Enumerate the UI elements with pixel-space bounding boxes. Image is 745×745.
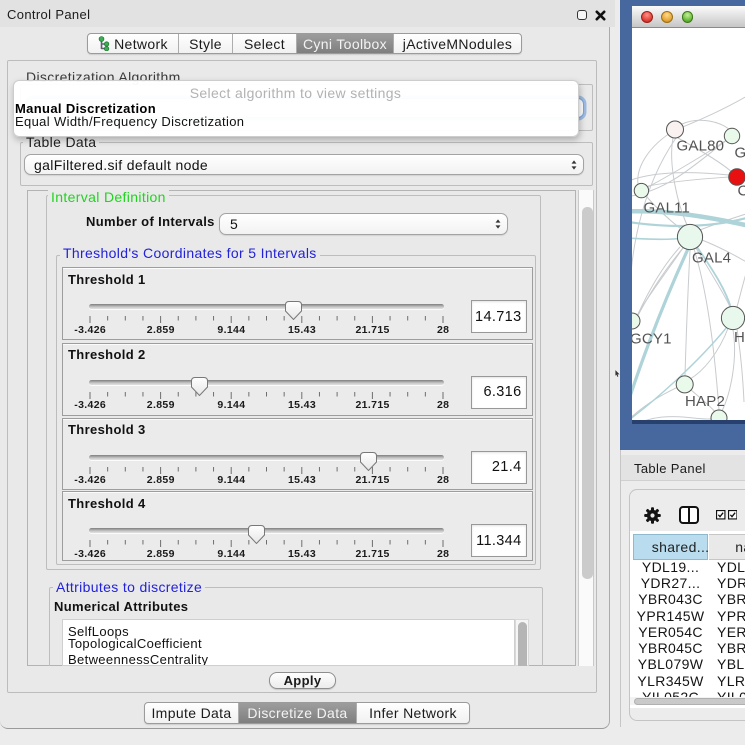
svg-text:GCY1: GCY1 xyxy=(632,331,672,348)
svg-text:C: C xyxy=(738,183,745,200)
svg-text:GAL80: GAL80 xyxy=(677,138,725,155)
svg-text:HAP2: HAP2 xyxy=(685,393,725,410)
svg-text:GA: GA xyxy=(735,145,745,162)
svg-text:GAL4: GAL4 xyxy=(692,250,731,267)
svg-text:GAL11: GAL11 xyxy=(644,200,691,217)
svg-text:H: H xyxy=(734,329,745,346)
